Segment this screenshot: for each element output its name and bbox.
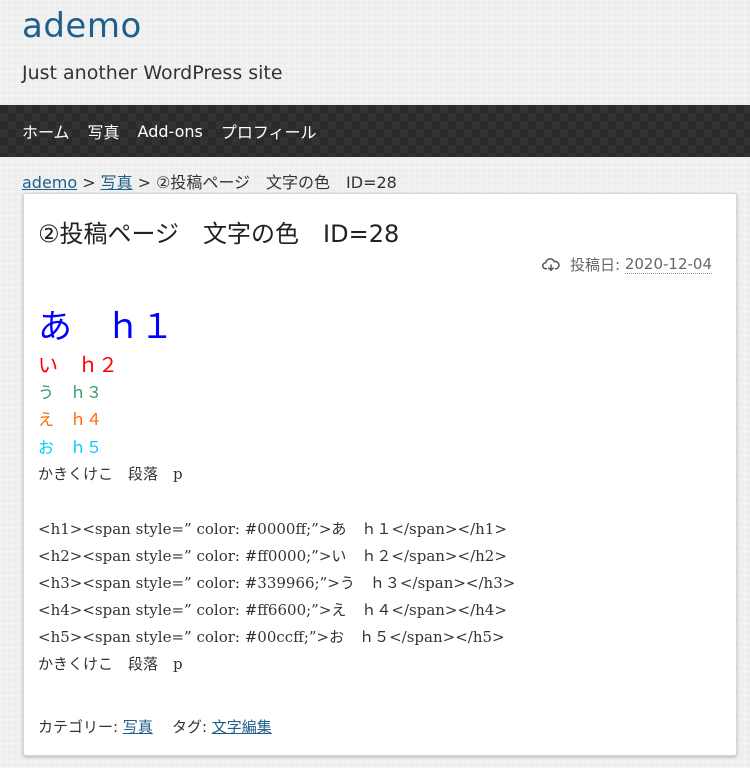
- code-line-h3: <h3><span style=” color: #339966;”>う ｈ３<…: [38, 574, 516, 592]
- breadcrumb-current: ②投稿ページ 文字の色 ID=28: [156, 173, 397, 192]
- code-line-h1: <h1><span style=” color: #0000ff;”>あ ｈ１<…: [38, 520, 507, 538]
- nav-item-addons[interactable]: Add-ons: [138, 122, 203, 141]
- code-line-h4: <h4><span style=” color: #ff6600;”>え ｈ４<…: [38, 601, 507, 619]
- post-card: ②投稿ページ 文字の色 ID=28 投稿日: 2020-12-04 あ ｈ１ い…: [23, 193, 737, 756]
- post-meta: 投稿日: 2020-12-04: [542, 254, 712, 275]
- nav-item-profile[interactable]: プロフィール: [221, 119, 317, 143]
- code-example: <h1><span style=” color: #0000ff;”>あ ｈ１<…: [38, 516, 722, 678]
- breadcrumb-separator: >: [82, 173, 96, 192]
- post-title: ②投稿ページ 文字の色 ID=28: [38, 220, 400, 248]
- nav-item-photos[interactable]: 写真: [88, 119, 120, 143]
- post-date: 2020-12-04: [624, 255, 712, 274]
- content-paragraph: かきくけこ 段落 p: [38, 465, 183, 483]
- content-heading-h5: お ｈ５: [38, 438, 103, 457]
- code-line-h2: <h2><span style=” color: #ff0000;”>い ｈ２<…: [38, 547, 507, 565]
- content-heading-h1: あ ｈ１: [38, 307, 174, 347]
- site-title-link[interactable]: ademo: [22, 6, 142, 46]
- category-link[interactable]: 写真: [123, 718, 153, 736]
- breadcrumb: ademo > 写真 > ②投稿ページ 文字の色 ID=28: [22, 169, 397, 193]
- nav-item-home[interactable]: ホーム: [22, 119, 70, 143]
- breadcrumb-home-link[interactable]: ademo: [22, 173, 77, 192]
- content-heading-h4: え ｈ４: [38, 410, 103, 429]
- post-date-label: 投稿日:: [569, 256, 621, 274]
- post-taxonomy: カテゴリー: 写真 タグ: 文字編集: [38, 716, 272, 737]
- category-label: カテゴリー:: [38, 718, 119, 736]
- site-header: ademo Just another WordPress site: [0, 0, 750, 105]
- cloud-icon: [542, 257, 560, 271]
- code-line-paragraph: かきくけこ 段落 p: [38, 655, 183, 673]
- code-line-h5: <h5><span style=” color: #00ccff;”>お ｈ５<…: [38, 628, 505, 646]
- site-description: Just another WordPress site: [22, 62, 283, 84]
- post-content: あ ｈ１ い ｈ２ う ｈ３ え ｈ４ お ｈ５ かきくけこ 段落 p <h1>…: [38, 304, 722, 678]
- breadcrumb-category-link[interactable]: 写真: [101, 173, 133, 192]
- content-heading-h3: う ｈ３: [38, 383, 103, 402]
- tag-link[interactable]: 文字編集: [212, 718, 272, 736]
- content-heading-h2: い ｈ２: [38, 353, 118, 377]
- main-nav: ホーム 写真 Add-ons プロフィール: [0, 105, 750, 157]
- breadcrumb-separator: >: [137, 173, 152, 192]
- tag-label: タグ:: [171, 718, 207, 736]
